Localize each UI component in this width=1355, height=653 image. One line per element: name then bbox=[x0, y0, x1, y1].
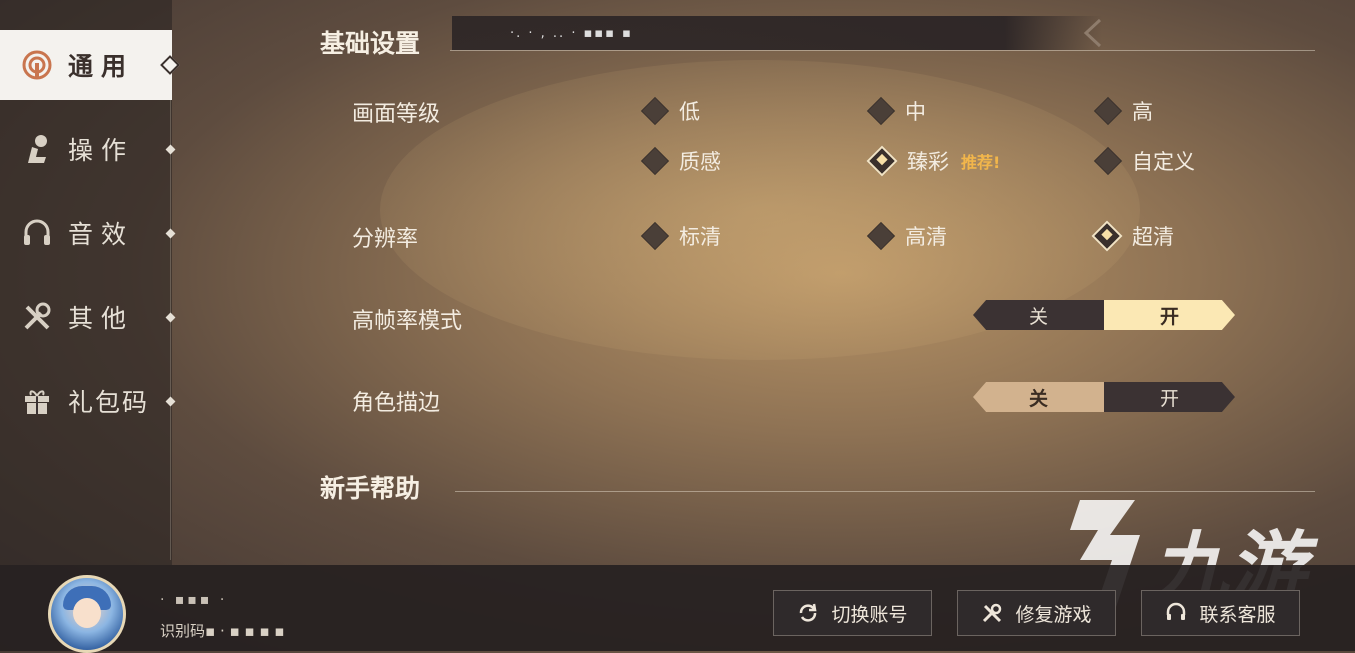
headphones-icon bbox=[20, 216, 54, 250]
high-fps-toggle[interactable]: 关 开 bbox=[973, 300, 1235, 330]
outline-toggle[interactable]: 关 开 bbox=[973, 382, 1235, 412]
sidebar-dot bbox=[165, 228, 176, 238]
refresh-icon bbox=[797, 602, 819, 624]
outline-label: 角色描边 bbox=[352, 391, 441, 416]
radio-diamond-selected-icon bbox=[866, 145, 898, 177]
sidebar-item-label: 通用 bbox=[68, 52, 135, 81]
wrench-icon bbox=[981, 602, 1003, 624]
option-label: 高清 bbox=[905, 225, 947, 249]
signal-icon bbox=[20, 48, 54, 82]
sidebar-item-label: 礼包码 bbox=[68, 388, 150, 417]
uid-row: 识别码▪ · ▪ ▪ ▪ ▪ bbox=[160, 620, 284, 641]
option-label: 超清 bbox=[1132, 225, 1174, 249]
outline-off-button[interactable]: 关 bbox=[973, 382, 1104, 412]
sidebar-dot bbox=[165, 144, 176, 154]
radio-diamond-icon bbox=[866, 96, 896, 126]
radio-diamond-icon bbox=[1093, 96, 1123, 126]
gift-icon bbox=[20, 384, 54, 418]
radio-diamond-selected-icon bbox=[1091, 220, 1123, 252]
repair-game-button[interactable]: 修复游戏 bbox=[957, 590, 1116, 636]
contact-support-label: 联系客服 bbox=[1199, 603, 1276, 626]
section-title-basic: 基础设置 bbox=[320, 29, 421, 58]
sidebar-item-controls[interactable]: 操作 bbox=[0, 114, 176, 184]
section-divider bbox=[450, 50, 1315, 51]
sidebar-dot bbox=[165, 396, 176, 406]
sidebar-item-audio[interactable]: 音效 bbox=[0, 198, 176, 268]
sidebar-item-other[interactable]: 其他 bbox=[0, 282, 176, 352]
high-fps-on-button[interactable]: 开 bbox=[1104, 300, 1235, 330]
resolution-option-sd[interactable]: 标清 bbox=[640, 221, 721, 251]
sidebar-item-label: 其他 bbox=[68, 304, 135, 333]
sidebar-dot bbox=[165, 312, 176, 322]
pointer-hand-icon bbox=[20, 132, 54, 166]
quality-option-low[interactable]: 低 bbox=[640, 96, 700, 126]
quality-label: 画面等级 bbox=[352, 102, 441, 127]
radio-diamond-icon bbox=[1093, 146, 1123, 176]
section-title-help: 新手帮助 bbox=[320, 474, 421, 503]
sidebar: 通用 操作 音效 其他 礼包码 bbox=[0, 0, 180, 565]
option-label: 标清 bbox=[679, 225, 721, 249]
section-subtitle: ·. · , .. · ▪▪▪ ▪ bbox=[510, 26, 633, 41]
uid-value: ▪ · ▪ ▪ ▪ ▪ bbox=[205, 622, 285, 640]
band-arrow-icon bbox=[1083, 18, 1102, 48]
quality-option-medium[interactable]: 中 bbox=[866, 96, 926, 126]
quality-option-high[interactable]: 高 bbox=[1093, 96, 1153, 126]
resolution-option-uhd[interactable]: 超清 bbox=[1091, 220, 1174, 252]
headset-icon bbox=[1165, 602, 1187, 624]
username: · ▪▪▪ · bbox=[160, 592, 228, 608]
recommend-tag: 推荐! bbox=[961, 153, 1001, 172]
radio-diamond-icon bbox=[866, 221, 896, 251]
sidebar-item-label: 音效 bbox=[68, 220, 135, 249]
contact-support-button[interactable]: 联系客服 bbox=[1141, 590, 1300, 636]
option-label: 质感 bbox=[679, 150, 721, 174]
repair-game-label: 修复游戏 bbox=[1015, 603, 1092, 626]
avatar-face bbox=[73, 598, 101, 628]
avatar[interactable] bbox=[48, 575, 126, 653]
resolution-option-hd[interactable]: 高清 bbox=[866, 221, 947, 251]
quality-option-texture[interactable]: 质感 bbox=[640, 146, 721, 176]
sidebar-active-marker bbox=[160, 55, 180, 75]
option-label: 高 bbox=[1132, 100, 1153, 124]
sidebar-item-label: 操作 bbox=[68, 136, 135, 165]
tools-icon bbox=[20, 300, 54, 334]
sidebar-item-gift-code[interactable]: 礼包码 bbox=[0, 366, 176, 436]
option-label: 中 bbox=[905, 100, 926, 124]
resolution-label: 分辨率 bbox=[352, 227, 419, 252]
option-label: 自定义 bbox=[1132, 150, 1195, 174]
sidebar-item-general[interactable]: 通用 bbox=[0, 30, 180, 100]
quality-option-custom[interactable]: 自定义 bbox=[1093, 146, 1195, 176]
radio-diamond-icon bbox=[640, 96, 670, 126]
radio-diamond-icon bbox=[640, 146, 670, 176]
switch-account-label: 切换账号 bbox=[831, 603, 908, 626]
uid-label: 识别码 bbox=[160, 622, 206, 640]
high-fps-label: 高帧率模式 bbox=[352, 309, 463, 334]
option-label: 臻彩 bbox=[907, 150, 949, 174]
switch-account-button[interactable]: 切换账号 bbox=[773, 590, 932, 636]
radio-diamond-icon bbox=[640, 221, 670, 251]
high-fps-off-button[interactable]: 关 bbox=[973, 300, 1104, 330]
quality-option-ultra[interactable]: 臻彩 推荐! bbox=[866, 145, 1001, 177]
outline-on-button[interactable]: 开 bbox=[1104, 382, 1235, 412]
option-label: 低 bbox=[679, 100, 700, 124]
